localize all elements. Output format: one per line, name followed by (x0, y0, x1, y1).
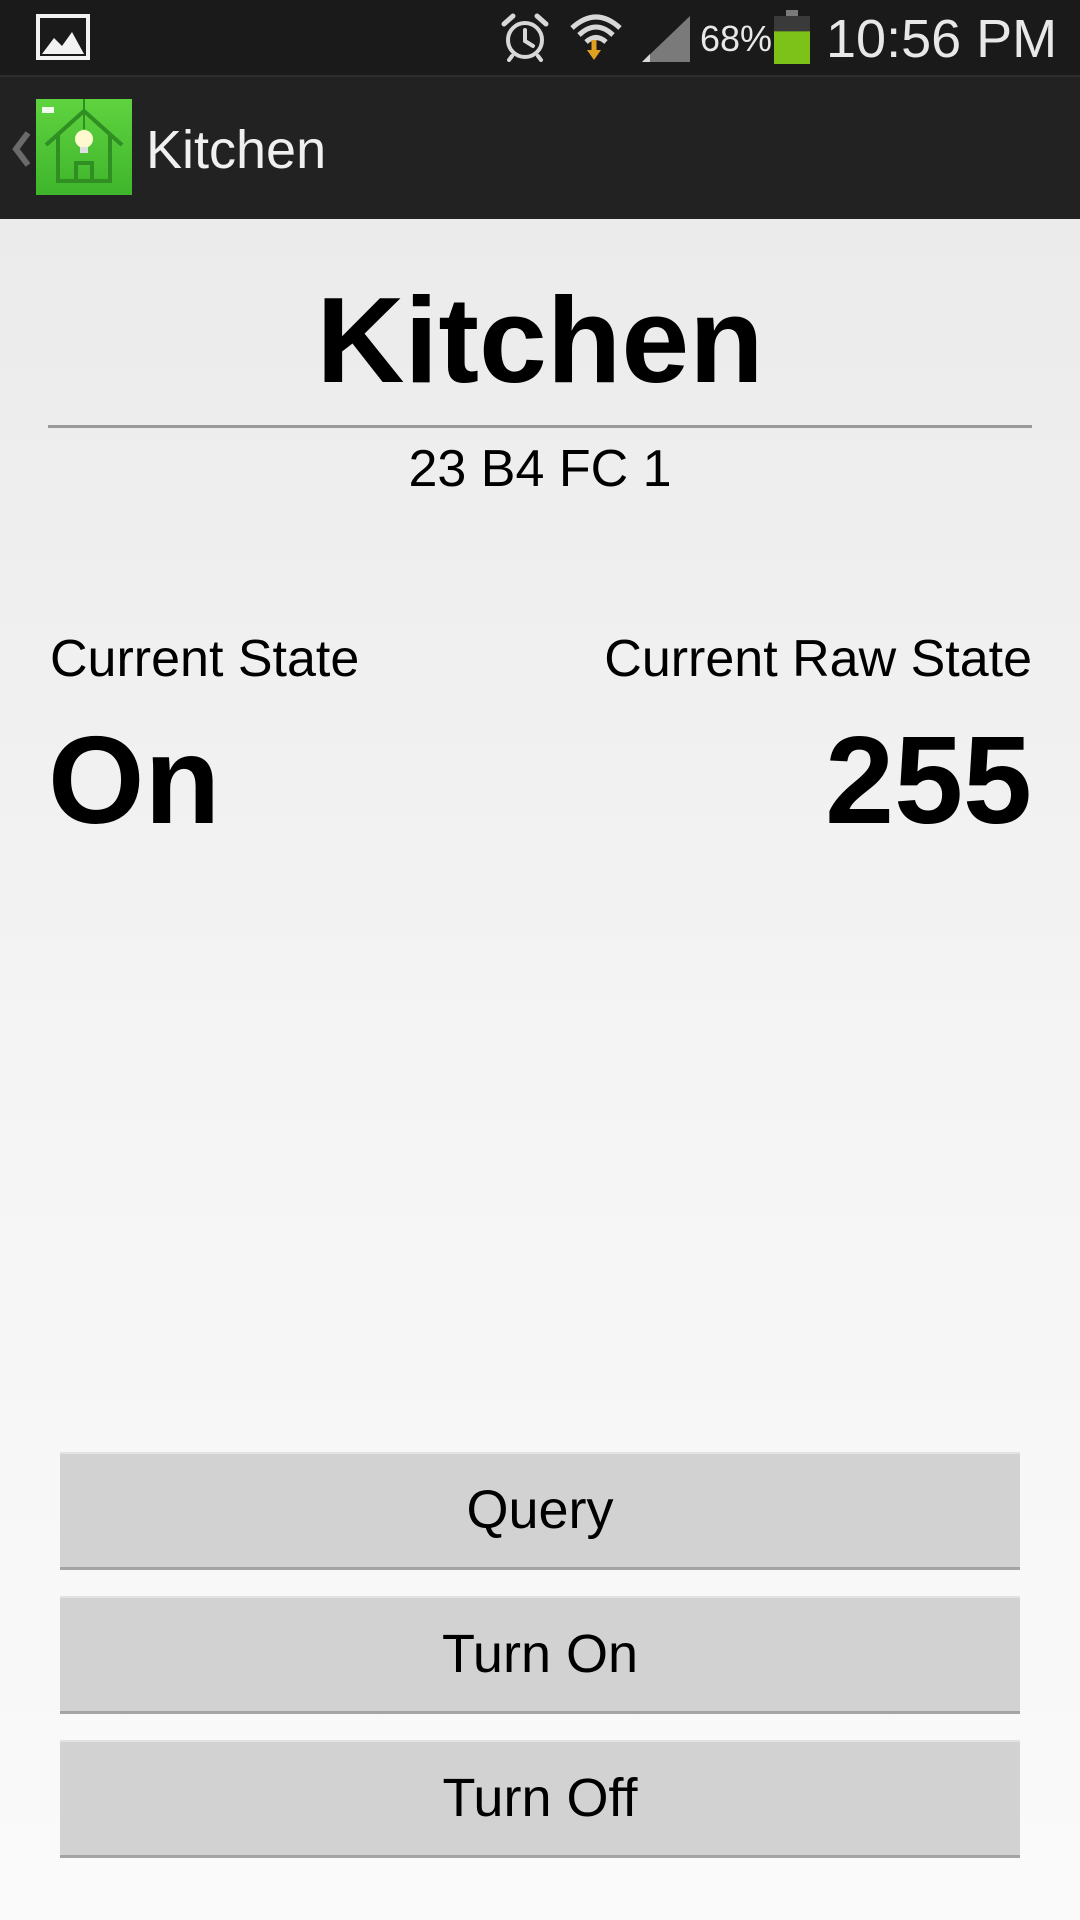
house-lightbulb-icon[interactable] (36, 99, 132, 195)
status-bar: 68% 10:56 PM (0, 0, 1080, 75)
action-bar: Kitchen (0, 75, 1080, 219)
chevron-left-icon[interactable] (10, 125, 34, 173)
current-raw-state-label: Current Raw State (604, 630, 1032, 688)
battery-icon (774, 10, 810, 64)
device-name: Kitchen (316, 272, 764, 408)
action-bar-title: Kitchen (146, 120, 327, 180)
turn-off-button[interactable]: Turn Off (60, 1740, 1020, 1858)
gallery-icon (36, 14, 90, 60)
turn-on-button[interactable]: Turn On (60, 1596, 1020, 1714)
signal-icon (642, 16, 690, 62)
current-state-value: On (48, 712, 221, 850)
wifi-icon (570, 14, 622, 60)
query-button[interactable]: Query (60, 1452, 1020, 1570)
divider (48, 425, 1032, 428)
device-address: 23 B4 FC 1 (408, 440, 672, 498)
current-raw-state-value: 255 (825, 712, 1032, 850)
clock: 10:56 PM (826, 9, 1058, 69)
battery-percent: 68% (700, 18, 773, 59)
current-state-label: Current State (50, 630, 360, 688)
alarm-icon (501, 13, 549, 62)
device-detail: Kitchen 23 B4 FC 1 Current State Current… (0, 219, 1080, 1920)
